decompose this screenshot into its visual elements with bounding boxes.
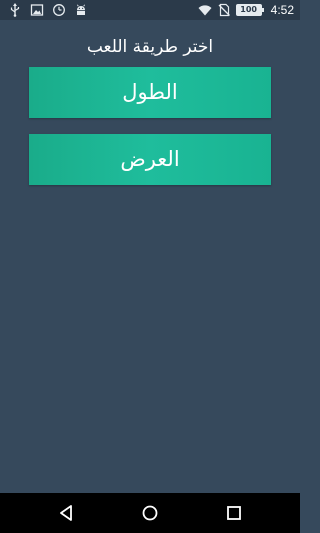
home-icon[interactable] bbox=[140, 503, 160, 523]
back-icon[interactable] bbox=[57, 503, 77, 523]
navigation-bar bbox=[0, 493, 300, 533]
battery-level: 100 bbox=[240, 5, 257, 14]
usb-icon bbox=[8, 3, 22, 17]
page-title: اختر طريقة اللعب bbox=[86, 37, 214, 57]
image-icon bbox=[30, 3, 44, 17]
status-bar-left-icons bbox=[8, 3, 88, 17]
status-bar-right-icons: 100 4:52 bbox=[198, 3, 294, 17]
no-sim-icon bbox=[217, 3, 231, 17]
clock-icon bbox=[52, 3, 66, 17]
wifi-icon bbox=[198, 3, 212, 17]
recent-apps-icon[interactable] bbox=[224, 503, 244, 523]
battery-icon: 100 bbox=[235, 4, 264, 16]
status-bar: 100 4:52 bbox=[0, 0, 300, 20]
android-icon bbox=[74, 3, 88, 17]
option-width-button[interactable]: العرض bbox=[29, 134, 271, 185]
option-length-button[interactable]: الطول bbox=[29, 67, 271, 118]
status-time: 4:52 bbox=[270, 3, 294, 17]
